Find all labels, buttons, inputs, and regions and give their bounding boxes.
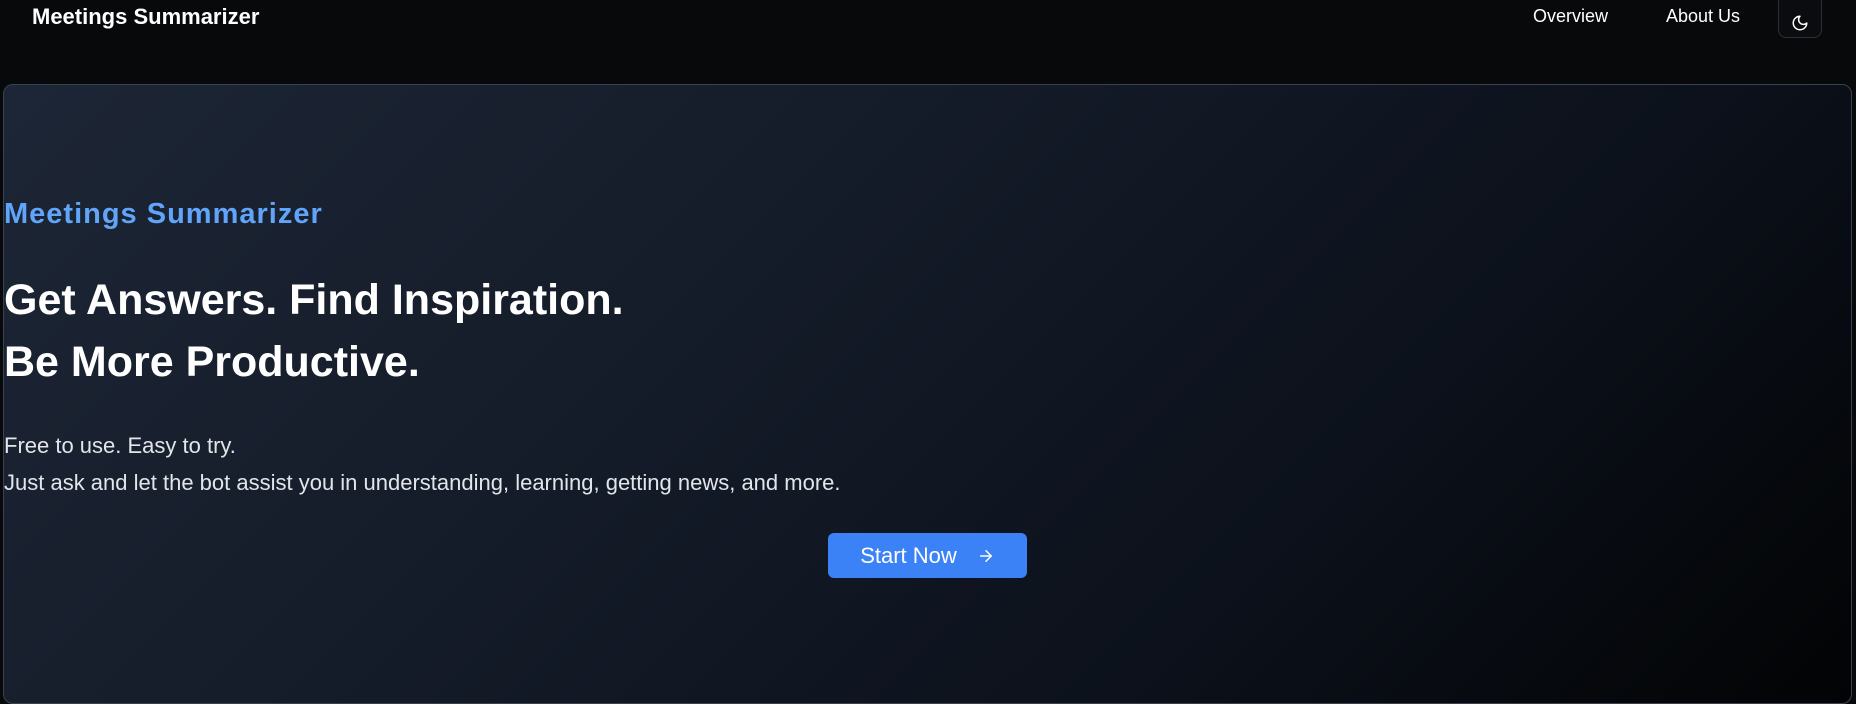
nav-about-us-link[interactable]: About Us [1666,6,1740,27]
hero-eyebrow-title: Meetings Summarizer [4,198,323,230]
hero-headline: Get Answers. Find Inspiration. Be More P… [4,269,1851,393]
theme-toggle-button[interactable] [1778,0,1822,38]
hero-subtext-line-2: Just ask and let the bot assist you in u… [4,470,841,495]
hero-section: Meetings Summarizer Get Answers. Find In… [3,84,1852,704]
nav-overview-link[interactable]: Overview [1533,6,1608,27]
top-navbar: Meetings Summarizer Overview About Us [0,0,1856,84]
arrow-right-icon [977,547,995,565]
hero-subtext: Free to use. Easy to try. Just ask and l… [4,427,1851,501]
start-now-label: Start Now [860,542,957,568]
hero-headline-line-2: Be More Productive. [4,338,420,386]
hero-subtext-line-1: Free to use. Easy to try. [4,433,236,458]
start-now-button[interactable]: Start Now [828,533,1027,578]
moon-icon [1791,14,1809,32]
hero-headline-line-1: Get Answers. Find Inspiration. [4,276,624,324]
brand-logo-text[interactable]: Meetings Summarizer [32,4,259,30]
